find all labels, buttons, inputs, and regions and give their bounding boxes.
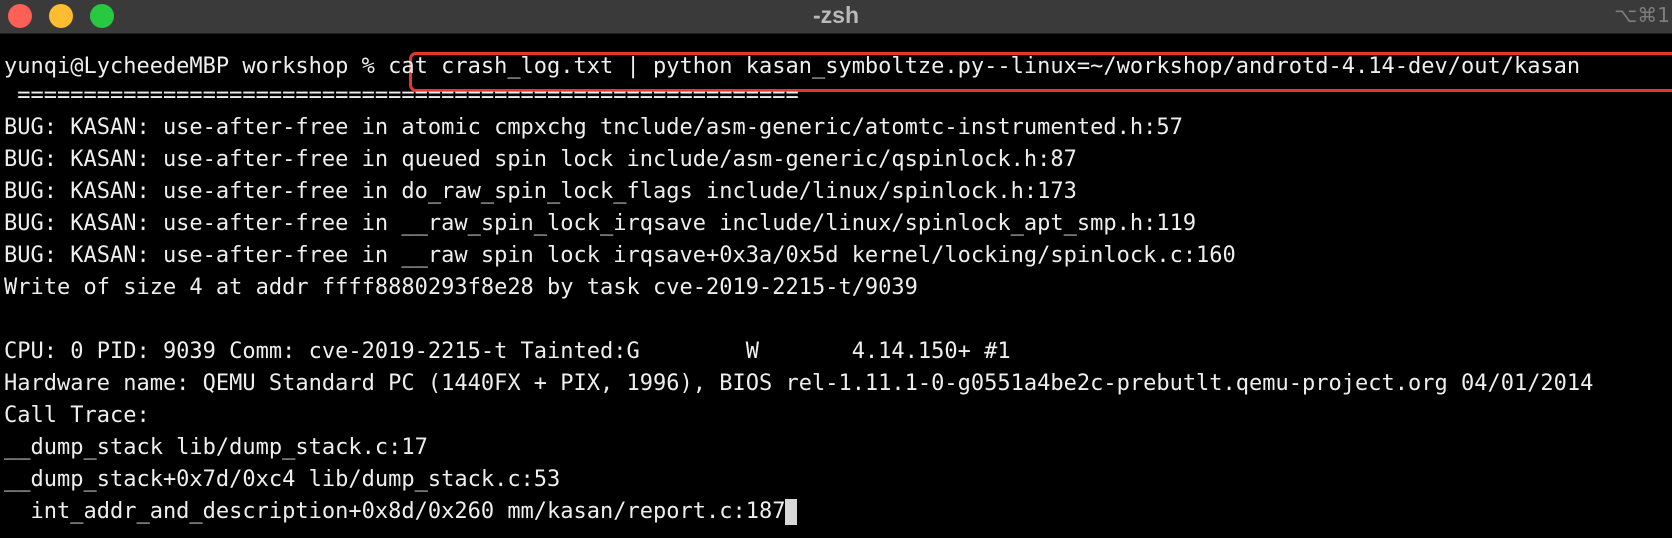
shell-prompt: yunqi@LycheedeMBP workshop %	[4, 54, 389, 79]
output-line: BUG: KASAN: use-after-free in __raw_spin…	[4, 211, 1197, 236]
entered-command: cat crash_log.txt | python kasan_symbolt…	[388, 54, 1581, 79]
terminal-output[interactable]: yunqi@LycheedeMBP workshop % cat crash_l…	[0, 34, 1672, 538]
output-line: Call Trace:	[4, 403, 150, 428]
output-line: __dump_stack+0x7d/0xc4 lib/dump_stack.c:…	[4, 467, 561, 492]
output-line: BUG: KASAN: use-after-free in do_raw_spi…	[4, 179, 1077, 204]
terminal-window: -zsh ⌥⌘1 yunqi@LycheedeMBP workshop % ca…	[0, 0, 1672, 538]
output-line: BUG: KASAN: use-after-free in atomic cmp…	[4, 115, 1183, 140]
output-line: Hardware name: QEMU Standard PC (1440FX …	[4, 371, 1594, 396]
partial-output-line: int_addr_and_description+0x8d/0x260 mm/k…	[4, 496, 798, 528]
title-bar: -zsh ⌥⌘1	[0, 0, 1672, 34]
output-line: __dump_stack lib/dump_stack.c:17	[4, 435, 428, 460]
output-line: Write of size 4 at addr ffff8880293f8e28…	[4, 275, 918, 300]
text-cursor	[785, 499, 798, 525]
command-line: yunqi@LycheedeMBP workshop % cat crash_l…	[4, 51, 1580, 83]
output-line: CPU: 0 PID: 9039 Comm: cve-2019-2215-t T…	[4, 339, 1011, 364]
partial-line-text: int_addr_and_description+0x8d/0x260 mm/k…	[4, 499, 786, 524]
keyboard-shortcut-hint: ⌥⌘1	[1614, 3, 1670, 27]
output-line: BUG: KASAN: use-after-free in queued spi…	[4, 147, 1077, 172]
separator-line: ========================================…	[4, 83, 799, 108]
window-title: -zsh	[813, 2, 859, 28]
output-line: BUG: KASAN: use-after-free in __raw spin…	[4, 243, 1236, 268]
